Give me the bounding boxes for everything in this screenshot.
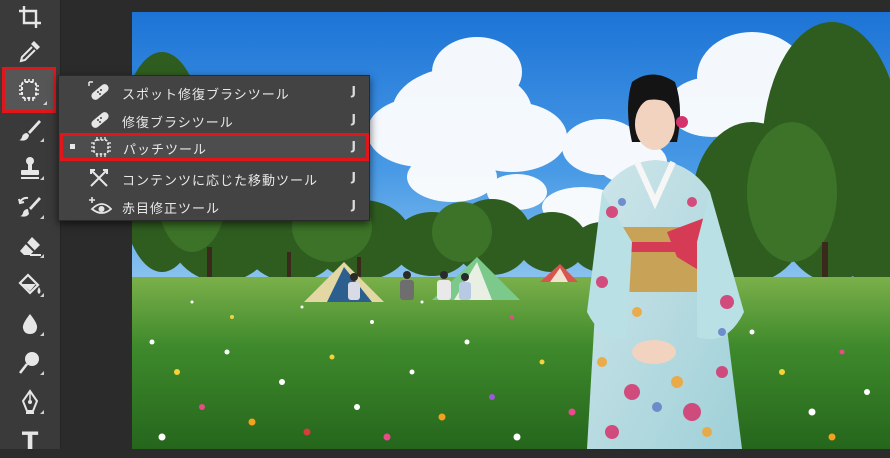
shortcut-key: J	[351, 139, 357, 153]
eyedropper-icon	[19, 41, 40, 63]
tools-panel: T	[0, 0, 61, 453]
tool-group-indicator	[40, 410, 44, 414]
tool-group-indicator	[40, 332, 44, 336]
tool-group-indicator	[40, 371, 44, 375]
clone-stamp-tool[interactable]	[10, 151, 50, 185]
eraser-tool[interactable]	[10, 229, 50, 263]
shortcut-key: J	[351, 84, 357, 98]
blur-tool[interactable]	[10, 307, 50, 341]
brush-tool[interactable]	[10, 113, 50, 147]
menu-item-spot-healing-brush[interactable]: スポット修復ブラシツール J	[59, 78, 369, 106]
history-brush-tool[interactable]	[10, 190, 50, 224]
healing-brush-icon	[87, 109, 113, 131]
patch-tool[interactable]	[2, 67, 56, 113]
selected-bullet	[70, 144, 75, 149]
menu-item-label: スポット修復ブラシツール	[122, 88, 290, 103]
menu-item-label: 赤目修正ツール	[122, 202, 221, 217]
pen-tool[interactable]	[10, 385, 50, 419]
shortcut-key: J	[351, 170, 357, 184]
spot-healing-brush-icon	[87, 81, 113, 103]
tool-group-indicator	[43, 101, 47, 105]
red-eye-icon	[87, 195, 113, 217]
tool-group-indicator	[40, 176, 44, 180]
shortcut-key: J	[351, 198, 357, 212]
content-aware-move-icon	[87, 167, 113, 189]
menu-item-healing-brush[interactable]: 修復ブラシツール J	[59, 106, 369, 134]
paint-bucket-tool[interactable]	[10, 268, 50, 302]
menu-item-red-eye[interactable]: 赤目修正ツール J	[59, 192, 369, 220]
eyedropper-tool[interactable]	[10, 34, 50, 68]
menu-item-label: コンテンツに応じた移動ツール	[122, 174, 319, 189]
tool-group-indicator	[40, 293, 44, 297]
crop-tool[interactable]	[10, 0, 50, 34]
menu-item-label: パッチツール	[123, 143, 208, 158]
tool-group-indicator	[40, 138, 44, 142]
tool-group-indicator	[40, 215, 44, 219]
healing-tools-flyout: スポット修復ブラシツール J 修復ブラシツール J パッチツール J コンテンツ…	[58, 75, 370, 221]
dodge-tool[interactable]	[10, 346, 50, 380]
crop-icon	[19, 6, 41, 28]
patch-icon	[88, 136, 114, 158]
shortcut-key: J	[351, 112, 357, 126]
tool-group-indicator	[40, 254, 44, 258]
type-icon: T	[21, 427, 39, 455]
menu-item-patch-tool[interactable]: パッチツール J	[60, 133, 369, 161]
patch-icon	[19, 79, 39, 101]
type-tool[interactable]: T	[10, 424, 50, 458]
menu-item-content-aware-move[interactable]: コンテンツに応じた移動ツール J	[59, 164, 369, 192]
menu-item-label: 修復ブラシツール	[122, 116, 234, 131]
